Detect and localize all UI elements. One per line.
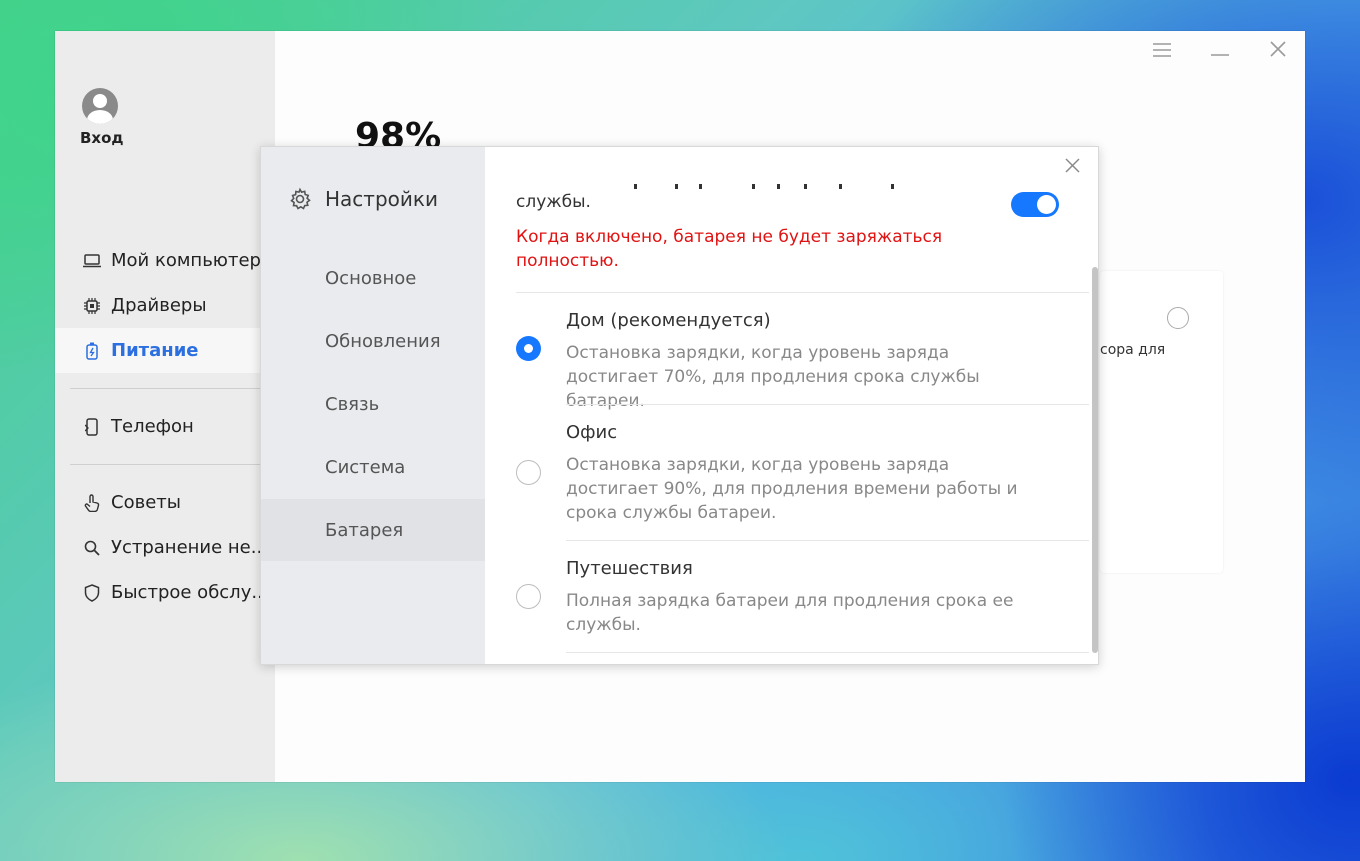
sidebar-item-label: Советы	[111, 492, 181, 513]
minimize-icon	[1211, 42, 1229, 61]
sidebar-item-label: Драйверы	[111, 295, 207, 316]
background-mode-card: сора для	[1100, 271, 1223, 573]
tab-connection[interactable]: Связь	[261, 373, 485, 435]
sidebar-item-quick-service[interactable]: Быстрое обслу...	[55, 570, 275, 615]
search-icon	[82, 540, 102, 556]
login-label[interactable]: Вход	[80, 129, 124, 147]
nav-divider	[70, 464, 260, 465]
divider	[566, 652, 1089, 653]
sidebar-item-power[interactable]: Питание	[55, 328, 275, 373]
option-travel-description: Полная зарядка батареи для продления сро…	[566, 591, 1014, 635]
option-office-radio[interactable]	[516, 460, 541, 485]
nav-divider	[70, 388, 260, 389]
tab-updates[interactable]: Обновления	[261, 310, 485, 372]
tab-battery[interactable]: Батарея	[261, 499, 485, 561]
hamburger-icon	[1153, 42, 1171, 61]
option-office-title[interactable]: Офис	[566, 422, 617, 443]
sidebar-item-tips[interactable]: Советы	[55, 480, 275, 525]
laptop-icon	[82, 253, 102, 268]
settings-header: Настройки	[288, 187, 438, 211]
option-home-title[interactable]: Дом (рекомендуется)	[566, 310, 771, 331]
option-office-description: Остановка зарядки, когда уровень заряда …	[566, 455, 1018, 523]
option-travel-title[interactable]: Путешествия	[566, 558, 693, 579]
divider	[566, 540, 1089, 541]
gear-icon	[288, 187, 312, 211]
menu-button[interactable]	[1150, 41, 1174, 61]
feature-description-tail: службы.	[516, 192, 591, 212]
settings-title: Настройки	[325, 187, 438, 211]
sidebar-item-label: Устранение не...	[111, 537, 268, 558]
clipped-text-fragment	[516, 175, 896, 189]
left-sidebar: Вход Мой компьютер Драйверы Питание Теле…	[55, 31, 275, 782]
battery-protection-toggle[interactable]	[1011, 192, 1059, 217]
settings-dialog: Настройки Основное Обновления Связь Сист…	[260, 146, 1099, 665]
option-travel-radio[interactable]	[516, 584, 541, 609]
user-avatar[interactable]	[82, 88, 118, 124]
minimize-button[interactable]	[1208, 41, 1232, 61]
sidebar-item-label: Мой компьютер	[111, 250, 261, 271]
close-button[interactable]	[1266, 41, 1290, 61]
sidebar-item-label: Быстрое обслу...	[111, 582, 269, 603]
divider	[566, 404, 1089, 405]
divider	[516, 292, 1089, 293]
warning-text: Когда включено, батарея не будет заряжат…	[516, 227, 943, 271]
phone-icon	[82, 417, 102, 436]
settings-sidebar: Настройки Основное Обновления Связь Сист…	[261, 147, 485, 664]
battery-settings-content: службы. Когда включено, батарея не будет…	[485, 147, 1098, 664]
content-scrollbar[interactable]	[1092, 267, 1098, 653]
sidebar-item-label: Питание	[111, 340, 199, 361]
chip-icon	[82, 297, 102, 314]
tab-general[interactable]: Основное	[261, 247, 485, 309]
background-radio[interactable]	[1167, 307, 1189, 329]
background-card-text: сора для	[1100, 342, 1166, 358]
tab-system[interactable]: Система	[261, 436, 485, 498]
sidebar-item-phone[interactable]: Телефон	[55, 404, 275, 449]
sidebar-item-troubleshoot[interactable]: Устранение не...	[55, 525, 275, 570]
battery-icon	[82, 342, 102, 360]
option-home-radio[interactable]	[516, 336, 541, 361]
sidebar-item-drivers[interactable]: Драйверы	[55, 283, 275, 328]
shield-icon	[82, 583, 102, 602]
sidebar-item-my-computer[interactable]: Мой компьютер	[55, 238, 275, 283]
hand-pointer-icon	[82, 493, 102, 512]
sidebar-item-label: Телефон	[111, 416, 194, 437]
close-icon	[1270, 41, 1286, 61]
option-home-description: Остановка зарядки, когда уровень заряда …	[566, 343, 980, 411]
